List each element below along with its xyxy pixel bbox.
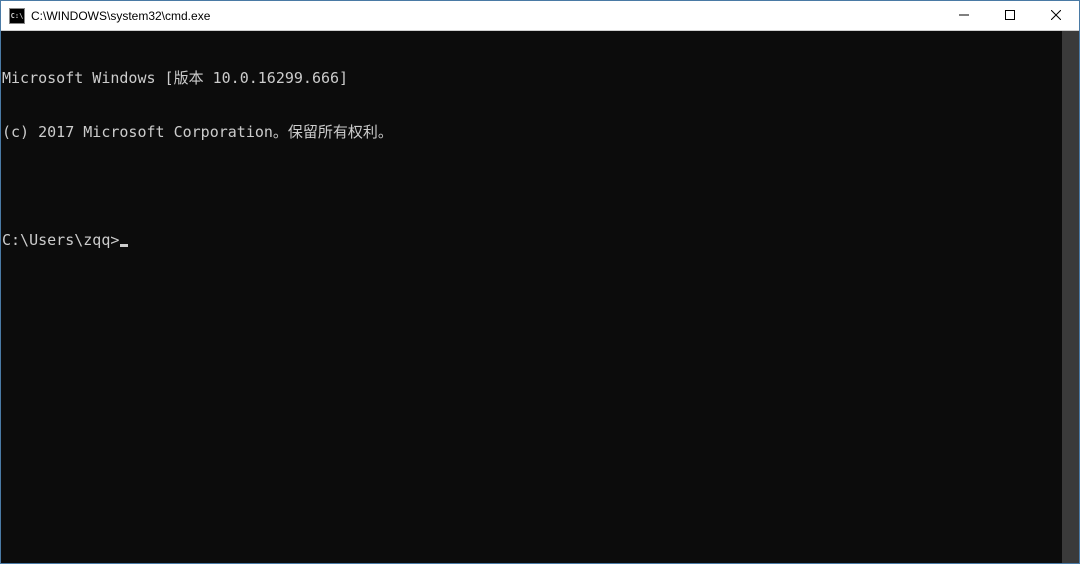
titlebar[interactable]: C:\ C:\WINDOWS\system32\cmd.exe <box>1 1 1079 31</box>
cmd-icon: C:\ <box>9 8 25 24</box>
terminal-line: (c) 2017 Microsoft Corporation。保留所有权利。 <box>2 123 1062 141</box>
maximize-icon <box>1005 7 1015 25</box>
terminal-line: Microsoft Windows [版本 10.0.16299.666] <box>2 69 1062 87</box>
cursor <box>120 244 128 247</box>
close-button[interactable] <box>1033 1 1079 30</box>
cmd-window: C:\ C:\WINDOWS\system32\cmd.exe Microsof <box>0 0 1080 564</box>
terminal-container: Microsoft Windows [版本 10.0.16299.666] (c… <box>1 31 1079 563</box>
minimize-button[interactable] <box>941 1 987 30</box>
titlebar-controls <box>941 1 1079 30</box>
terminal-line <box>2 177 1062 195</box>
vertical-scrollbar[interactable] <box>1062 31 1079 563</box>
minimize-icon <box>959 7 969 25</box>
close-icon <box>1051 7 1061 25</box>
terminal-output[interactable]: Microsoft Windows [版本 10.0.16299.666] (c… <box>1 31 1062 563</box>
maximize-button[interactable] <box>987 1 1033 30</box>
window-title: C:\WINDOWS\system32\cmd.exe <box>31 9 941 23</box>
terminal-prompt-line: C:\Users\zqq> <box>2 231 1062 249</box>
terminal-prompt: C:\Users\zqq> <box>2 231 119 249</box>
scrollbar-thumb[interactable] <box>1062 31 1079 563</box>
